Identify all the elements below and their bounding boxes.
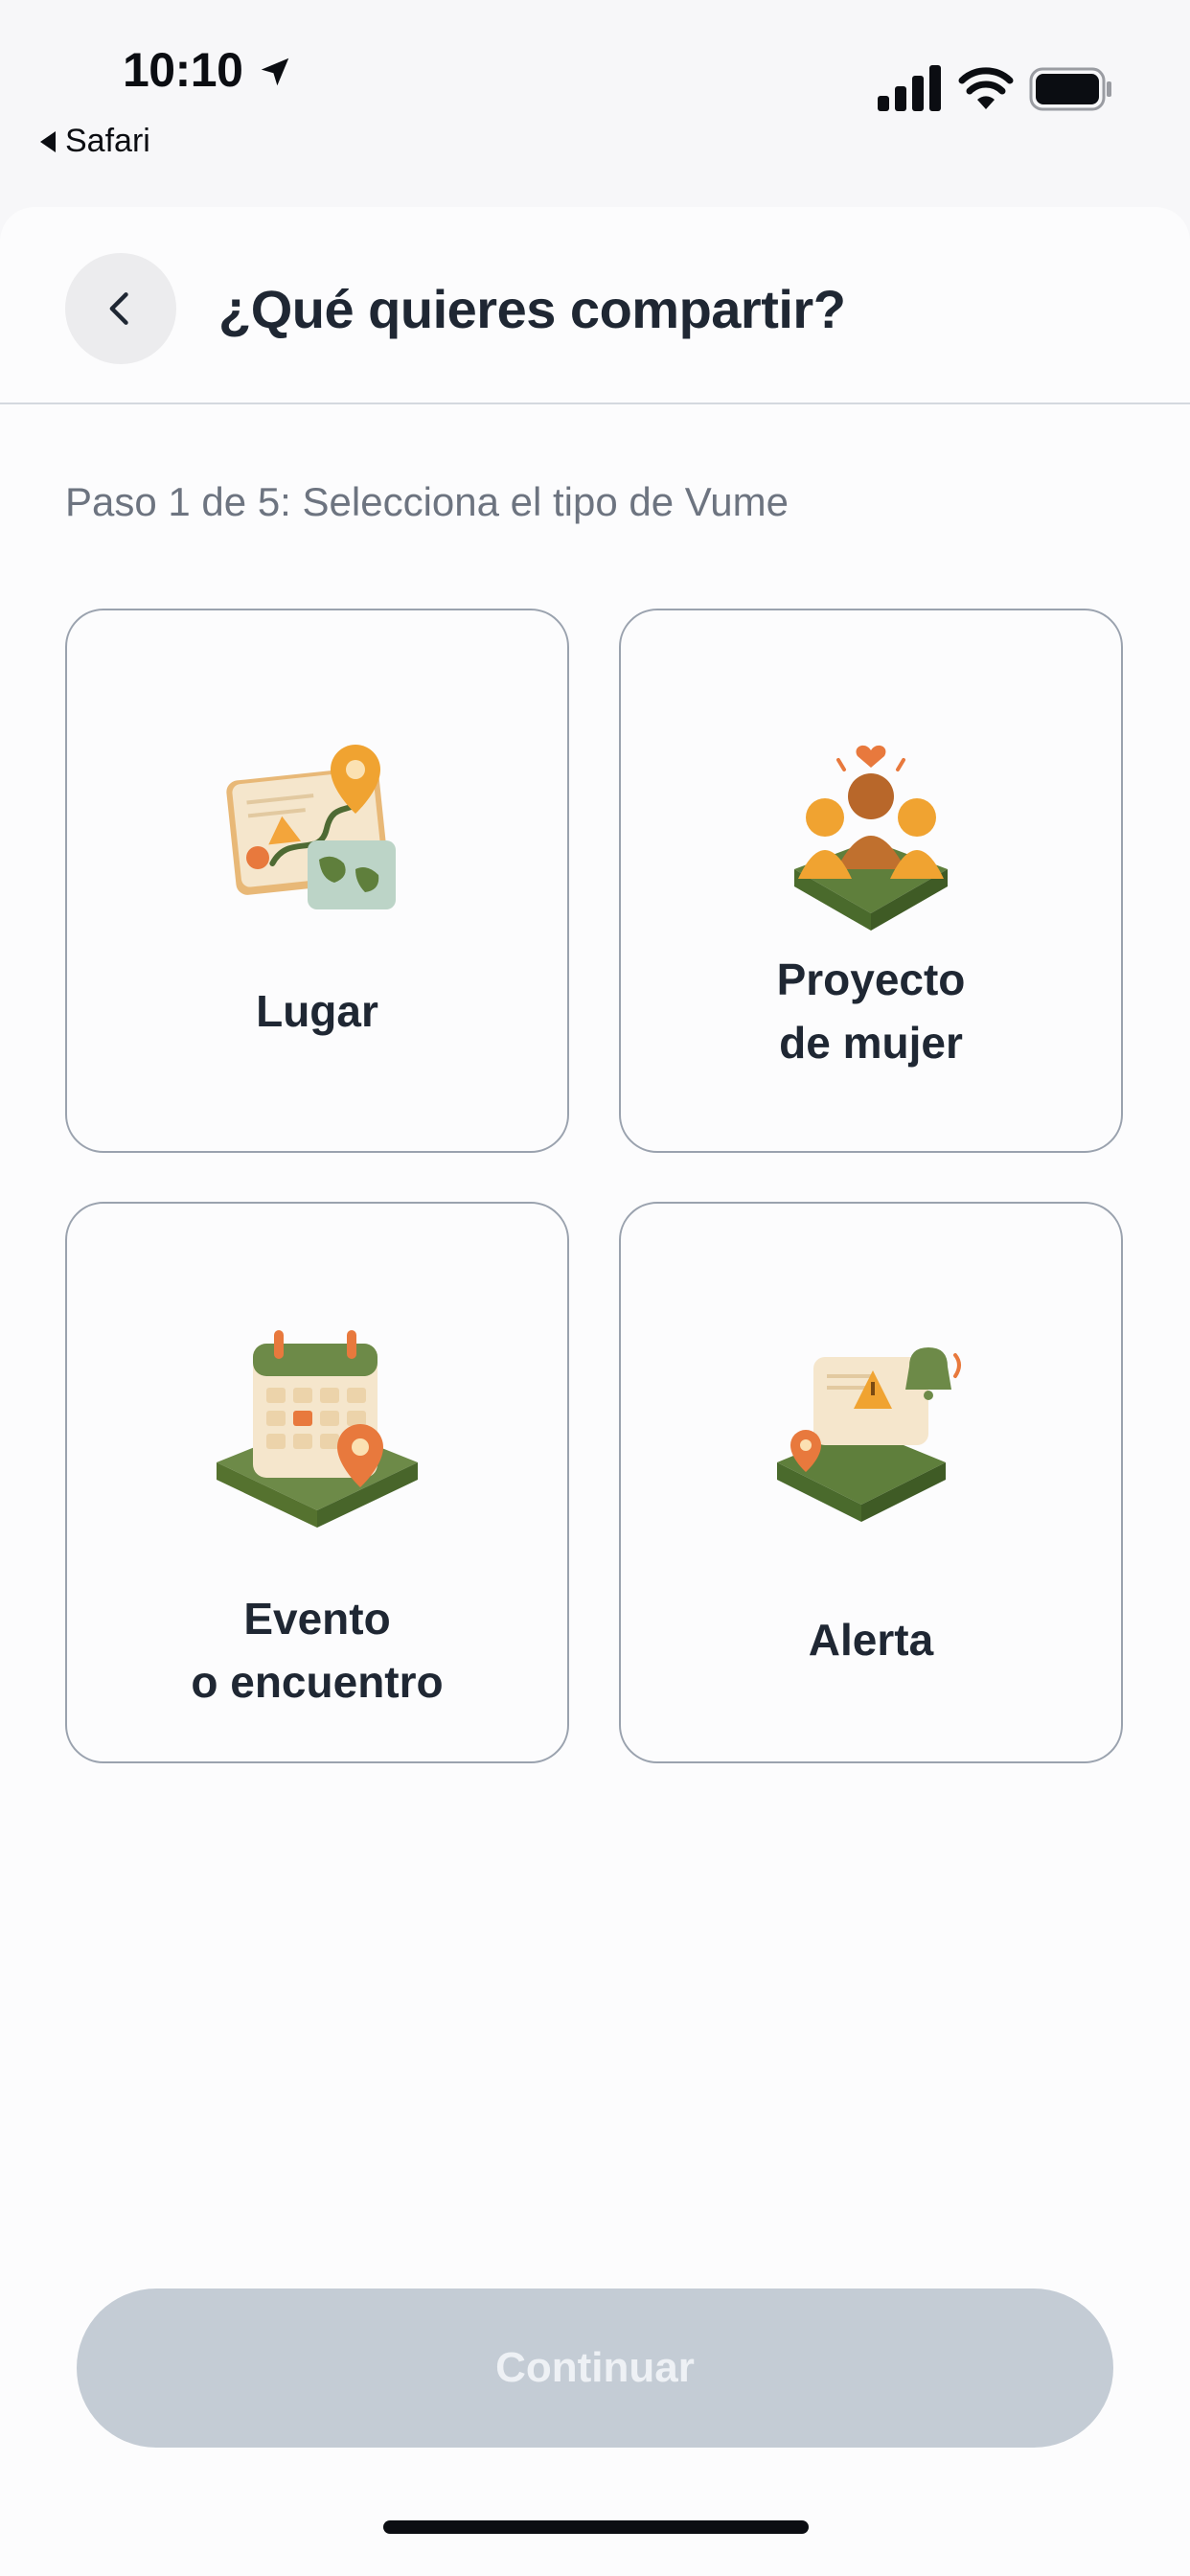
home-indicator (383, 2520, 809, 2534)
alert-bell-illustration (777, 1347, 961, 1522)
status-bar: 10:10 Safari (0, 0, 1190, 192)
status-time: 10:10 (123, 43, 243, 97)
option-label: Proyecto de mujer (776, 954, 966, 1068)
back-triangle-icon (40, 130, 56, 152)
calendar-illustration (217, 1330, 418, 1528)
option-label: Alerta (808, 1615, 934, 1665)
wifi-icon (958, 67, 1014, 109)
back-app-label: Safari (65, 123, 150, 159)
option-label: Evento o encuentro (191, 1594, 444, 1707)
sheet-header: ¿Qué quieres compartir? (0, 207, 1190, 404)
option-card-proyecto-de-mujer[interactable]: Proyecto de mujer (619, 609, 1123, 1153)
step-indicator: Paso 1 de 5: Selecciona el tipo de Vume (65, 479, 789, 524)
option-card-alerta[interactable]: Alerta (619, 1202, 1123, 1763)
women-group-illustration (794, 745, 948, 931)
back-to-safari-link[interactable]: Safari (40, 123, 150, 160)
continue-button[interactable]: Continuar (77, 2288, 1113, 2448)
location-arrow-icon (261, 58, 289, 86)
back-button[interactable] (65, 253, 176, 364)
create-vume-sheet: ¿Qué quieres compartir? Paso 1 de 5: Sel… (0, 207, 1190, 2576)
chevron-left-icon (109, 292, 128, 325)
cellular-signal-icon (878, 65, 941, 111)
page-title: ¿Qué quieres compartir? (218, 279, 846, 339)
option-card-lugar[interactable]: Lugar (65, 609, 569, 1153)
option-card-evento[interactable]: Evento o encuentro (65, 1202, 569, 1763)
battery-icon (1029, 67, 1111, 111)
map-pin-illustration (226, 745, 396, 909)
option-label: Lugar (256, 986, 378, 1036)
